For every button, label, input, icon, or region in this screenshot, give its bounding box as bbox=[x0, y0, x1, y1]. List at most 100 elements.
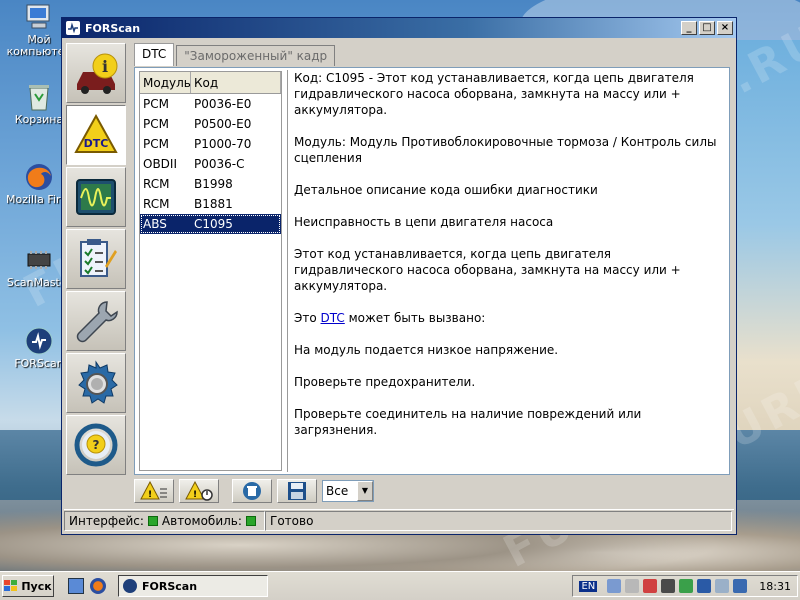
firefox-icon bbox=[22, 162, 56, 192]
dtc-row[interactable]: RCM B1881 bbox=[140, 194, 281, 214]
interface-status-led bbox=[147, 515, 158, 526]
dtc-row-selected[interactable]: ABS C1095 bbox=[140, 214, 281, 234]
column-header-code[interactable]: Код bbox=[191, 72, 281, 93]
volume-icon[interactable] bbox=[625, 579, 640, 593]
maximize-button[interactable]: □ bbox=[699, 21, 715, 35]
dtc-module: RCM bbox=[143, 177, 170, 191]
read-dtc-button[interactable]: ! bbox=[134, 479, 174, 503]
filter-select[interactable]: Все ▼ bbox=[322, 480, 374, 502]
dtc-code: P0036-E0 bbox=[194, 97, 252, 111]
nav-service-button[interactable] bbox=[66, 291, 126, 351]
dtc-code: P1000-70 bbox=[194, 137, 252, 151]
tray-app-icon[interactable] bbox=[715, 579, 730, 593]
dtc-code: C1095 bbox=[194, 217, 233, 231]
interface-label: Интерфейс: bbox=[69, 513, 144, 528]
start-button[interactable]: Пуск bbox=[2, 575, 54, 597]
vehicle-status-led bbox=[245, 515, 256, 526]
system-tray: EN 18:31 bbox=[572, 575, 798, 597]
dtc-module: RCM bbox=[143, 197, 170, 211]
dtc-row[interactable]: RCM B1998 bbox=[140, 174, 281, 194]
cause-item: На модуль подается низкое напряжение. bbox=[294, 343, 559, 357]
dtc-row[interactable]: PCM P0500-E0 bbox=[140, 114, 281, 134]
network-icon[interactable] bbox=[607, 579, 622, 593]
wrench-icon bbox=[76, 301, 118, 343]
taskbar-item-forscan[interactable]: FORScan bbox=[118, 575, 268, 597]
dtc-link[interactable]: DTC bbox=[321, 311, 345, 325]
dtc-code: B1881 bbox=[194, 197, 233, 211]
computer-icon bbox=[22, 2, 56, 32]
nav-oscilloscope-button[interactable] bbox=[66, 167, 126, 227]
title-bar[interactable]: FORScan _ □ × bbox=[62, 18, 736, 38]
dtc-toolbar: ! ! Все ▼ bbox=[134, 478, 374, 504]
column-header-module[interactable]: Модуль bbox=[140, 72, 191, 93]
nav-settings-button[interactable] bbox=[66, 353, 126, 413]
svg-text:?: ? bbox=[93, 438, 100, 452]
tab-freeze-frame[interactable]: "Замороженный" кадр bbox=[176, 45, 336, 66]
firefox-icon[interactable] bbox=[90, 578, 106, 594]
delete-button[interactable] bbox=[232, 479, 272, 503]
svg-text:DTC: DTC bbox=[84, 137, 109, 150]
nav-info-button[interactable]: i bbox=[66, 43, 126, 103]
forscan-icon bbox=[123, 579, 137, 593]
dtc-list-header: Модуль Код bbox=[140, 72, 281, 94]
vehicle-label: Автомобиль: bbox=[161, 513, 242, 528]
cause-item: Проверьте соединитель на наличие поврежд… bbox=[294, 407, 642, 437]
nav-checklist-button[interactable] bbox=[66, 229, 126, 289]
dtc-code: P0036-C bbox=[194, 157, 245, 171]
nav-help-button[interactable]: ? bbox=[66, 415, 126, 475]
warning-clear-icon: ! bbox=[185, 481, 213, 501]
settings-gear-icon bbox=[78, 360, 118, 404]
left-navigation: i DTC ? bbox=[66, 43, 128, 483]
floppy-disk-icon bbox=[288, 482, 306, 500]
dtc-code: P0500-E0 bbox=[194, 117, 252, 131]
clock[interactable]: 18:31 bbox=[759, 580, 791, 593]
filter-select-value: Все bbox=[326, 484, 349, 498]
status-ready-text: Готово bbox=[270, 513, 314, 528]
dtc-code: B1998 bbox=[194, 177, 233, 191]
close-button[interactable]: × bbox=[717, 21, 733, 35]
dtc-row[interactable]: PCM P1000-70 bbox=[140, 134, 281, 154]
status-message: Готово bbox=[265, 510, 732, 531]
svg-text:!: ! bbox=[148, 490, 152, 500]
show-desktop-icon[interactable] bbox=[68, 578, 84, 594]
save-button[interactable] bbox=[277, 479, 317, 503]
description-detail: Этот код устанавливается, когда цепь дви… bbox=[294, 247, 681, 293]
help-wheel-icon: ? bbox=[74, 423, 118, 467]
tab-strip: DTC "Замороженный" кадр bbox=[134, 43, 337, 66]
windows-logo-icon bbox=[4, 580, 18, 591]
nav-dtc-button[interactable]: DTC bbox=[66, 105, 126, 165]
quick-launch bbox=[68, 578, 106, 594]
tray-app-icon[interactable] bbox=[697, 579, 712, 593]
update-icon[interactable] bbox=[661, 579, 676, 593]
app-icon bbox=[66, 21, 80, 35]
language-indicator[interactable]: EN bbox=[579, 580, 598, 592]
forscan-icon bbox=[22, 326, 56, 356]
status-bar: Интерфейс: Автомобиль: Готово bbox=[64, 509, 734, 531]
dtc-module: PCM bbox=[143, 117, 169, 131]
start-label: Пуск bbox=[21, 579, 52, 593]
taskbar-item-label: FORScan bbox=[142, 579, 198, 593]
dtc-icon: DTC bbox=[74, 113, 118, 153]
description-fault: Неисправность в цепи двигателя насоса bbox=[294, 215, 554, 229]
tray-app-icon[interactable] bbox=[733, 579, 748, 593]
security-icon[interactable] bbox=[643, 579, 658, 593]
dtc-module: ABS bbox=[143, 217, 167, 231]
dtc-row[interactable]: PCM P0036-E0 bbox=[140, 94, 281, 114]
tab-dtc[interactable]: DTC bbox=[134, 43, 175, 66]
minimize-button[interactable]: _ bbox=[681, 21, 697, 35]
clear-dtc-button[interactable]: ! bbox=[179, 479, 219, 503]
dropdown-arrow-icon[interactable]: ▼ bbox=[357, 481, 373, 501]
description-heading: Детальное описание кода ошибки диагности… bbox=[294, 183, 598, 197]
warning-list-icon: ! bbox=[140, 481, 167, 500]
dtc-module: OBDII bbox=[143, 157, 177, 171]
safely-remove-icon[interactable] bbox=[679, 579, 694, 593]
oscilloscope-icon bbox=[76, 179, 116, 215]
dtc-row[interactable]: OBDII P0036-C bbox=[140, 154, 281, 174]
dtc-description: Код: C1095 - Этот код устанавливается, к… bbox=[287, 70, 727, 472]
recycle-bin-icon bbox=[22, 82, 56, 112]
description-module-text: Модуль: Модуль Противоблокировочные торм… bbox=[294, 135, 717, 165]
dtc-module: PCM bbox=[143, 97, 169, 111]
checklist-icon bbox=[80, 239, 117, 277]
description-code-text: Код: C1095 - Этот код устанавливается, к… bbox=[294, 71, 694, 117]
dtc-module: PCM bbox=[143, 137, 169, 151]
